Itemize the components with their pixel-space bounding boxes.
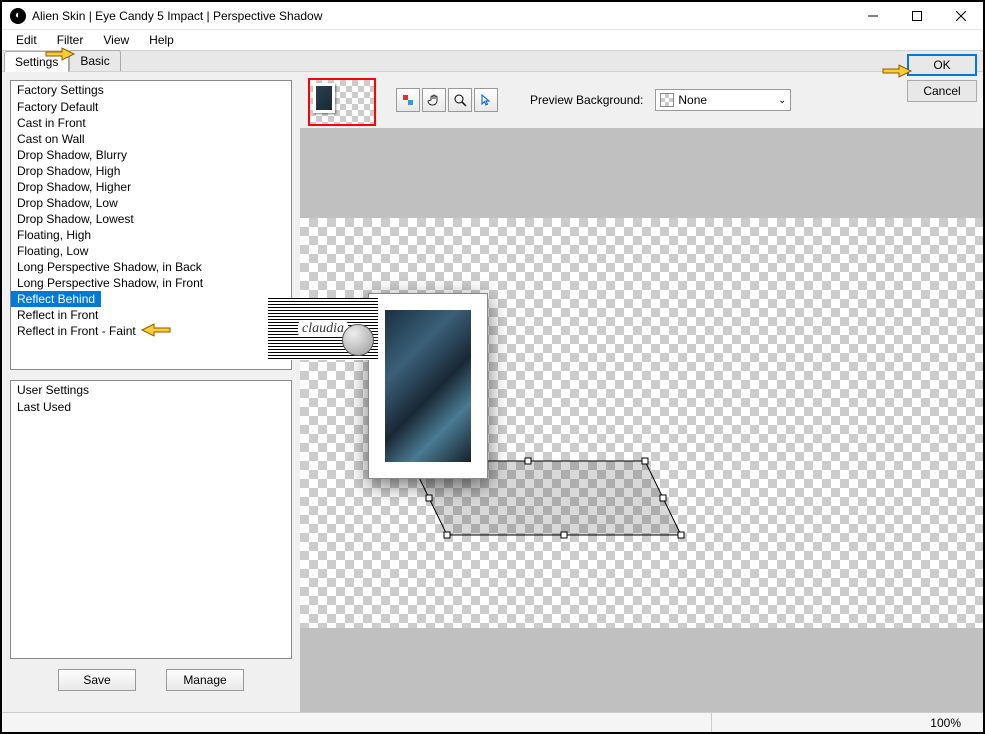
transform-handle[interactable]: [525, 458, 532, 465]
tab-basic[interactable]: Basic: [69, 50, 120, 71]
preset-item[interactable]: Drop Shadow, Blurry: [11, 147, 291, 163]
ok-button[interactable]: OK: [907, 54, 977, 76]
menu-filter[interactable]: Filter: [47, 31, 94, 49]
menu-edit[interactable]: Edit: [6, 31, 47, 49]
preset-item[interactable]: Cast in Front: [11, 115, 291, 131]
transform-handle[interactable]: [678, 532, 685, 539]
preview-thumbnail[interactable]: [308, 78, 376, 126]
tool-buttons: [396, 88, 498, 112]
hand-pan-icon[interactable]: [422, 88, 446, 112]
preset-item[interactable]: Floating, Low: [11, 243, 291, 259]
transform-handle[interactable]: [561, 532, 568, 539]
titlebar: ◐ Alien Skin | Eye Candy 5 Impact | Pers…: [2, 2, 983, 30]
preset-item[interactable]: Cast on Wall: [11, 131, 291, 147]
minimize-button[interactable]: [851, 2, 895, 29]
preset-item[interactable]: Drop Shadow, Lowest: [11, 211, 291, 227]
statusbar: 100%: [2, 712, 983, 732]
content: Factory Settings Factory Default Cast in…: [2, 72, 983, 712]
thumbnail-image: [313, 83, 335, 113]
preview-image: [385, 310, 471, 462]
right-panel: Preview Background: None ⌄: [300, 72, 983, 712]
chevron-down-icon: ⌄: [778, 95, 786, 106]
window-controls: [851, 2, 983, 29]
preset-item[interactable]: Factory Default: [11, 99, 291, 115]
factory-settings-list[interactable]: Factory Settings Factory Default Cast in…: [10, 80, 292, 370]
transform-handle[interactable]: [444, 532, 451, 539]
preview-bg-label: Preview Background:: [530, 93, 643, 107]
preset-item[interactable]: Drop Shadow, Higher: [11, 179, 291, 195]
globe-icon: [342, 324, 374, 356]
left-button-row: Save Manage: [10, 669, 292, 691]
menu-help[interactable]: Help: [139, 31, 184, 49]
close-button[interactable]: [939, 2, 983, 29]
preset-item[interactable]: Drop Shadow, Low: [11, 195, 291, 211]
toolbar: Preview Background: None ⌄: [300, 72, 983, 128]
watermark-text: claudia: [298, 321, 348, 337]
preview-area[interactable]: [300, 128, 983, 712]
preset-item[interactable]: Long Perspective Shadow, in Front: [11, 275, 291, 291]
tabstrip: Settings Basic: [2, 50, 983, 72]
transform-handle[interactable]: [426, 495, 433, 502]
manage-button[interactable]: Manage: [166, 669, 244, 691]
preset-item[interactable]: Long Perspective Shadow, in Back: [11, 259, 291, 275]
app-icon: ◐: [10, 8, 26, 24]
preset-item[interactable]: Reflect in Front: [11, 307, 291, 323]
cancel-button[interactable]: Cancel: [907, 80, 977, 102]
swatch-icon: [660, 93, 674, 107]
arrow-select-icon[interactable]: [474, 88, 498, 112]
window-title: Alien Skin | Eye Candy 5 Impact | Perspe…: [32, 9, 851, 23]
color-select-icon[interactable]: [396, 88, 420, 112]
user-setting-item[interactable]: Last Used: [11, 399, 291, 415]
preview-bg-dropdown[interactable]: None ⌄: [655, 89, 791, 111]
user-settings-list[interactable]: User Settings Last Used: [10, 380, 292, 659]
preset-item-selected[interactable]: Reflect Behind: [11, 291, 101, 307]
maximize-button[interactable]: [895, 2, 939, 29]
preset-item[interactable]: Drop Shadow, High: [11, 163, 291, 179]
tab-settings[interactable]: Settings: [4, 51, 69, 72]
save-button[interactable]: Save: [58, 669, 136, 691]
preview-object[interactable]: [368, 293, 488, 479]
left-panel: Factory Settings Factory Default Cast in…: [2, 72, 300, 712]
watermark: claudia: [268, 298, 378, 360]
transform-handle[interactable]: [642, 458, 649, 465]
preview-bg-value: None: [678, 93, 707, 107]
factory-settings-header: Factory Settings: [11, 81, 291, 99]
user-settings-header: User Settings: [11, 381, 291, 399]
menubar: Edit Filter View Help: [2, 30, 983, 50]
menu-view[interactable]: View: [93, 31, 139, 49]
transform-handle[interactable]: [660, 495, 667, 502]
preset-item[interactable]: Floating, High: [11, 227, 291, 243]
zoom-level: 100%: [711, 713, 971, 732]
zoom-icon[interactable]: [448, 88, 472, 112]
preset-item[interactable]: Reflect in Front - Faint: [11, 323, 291, 339]
